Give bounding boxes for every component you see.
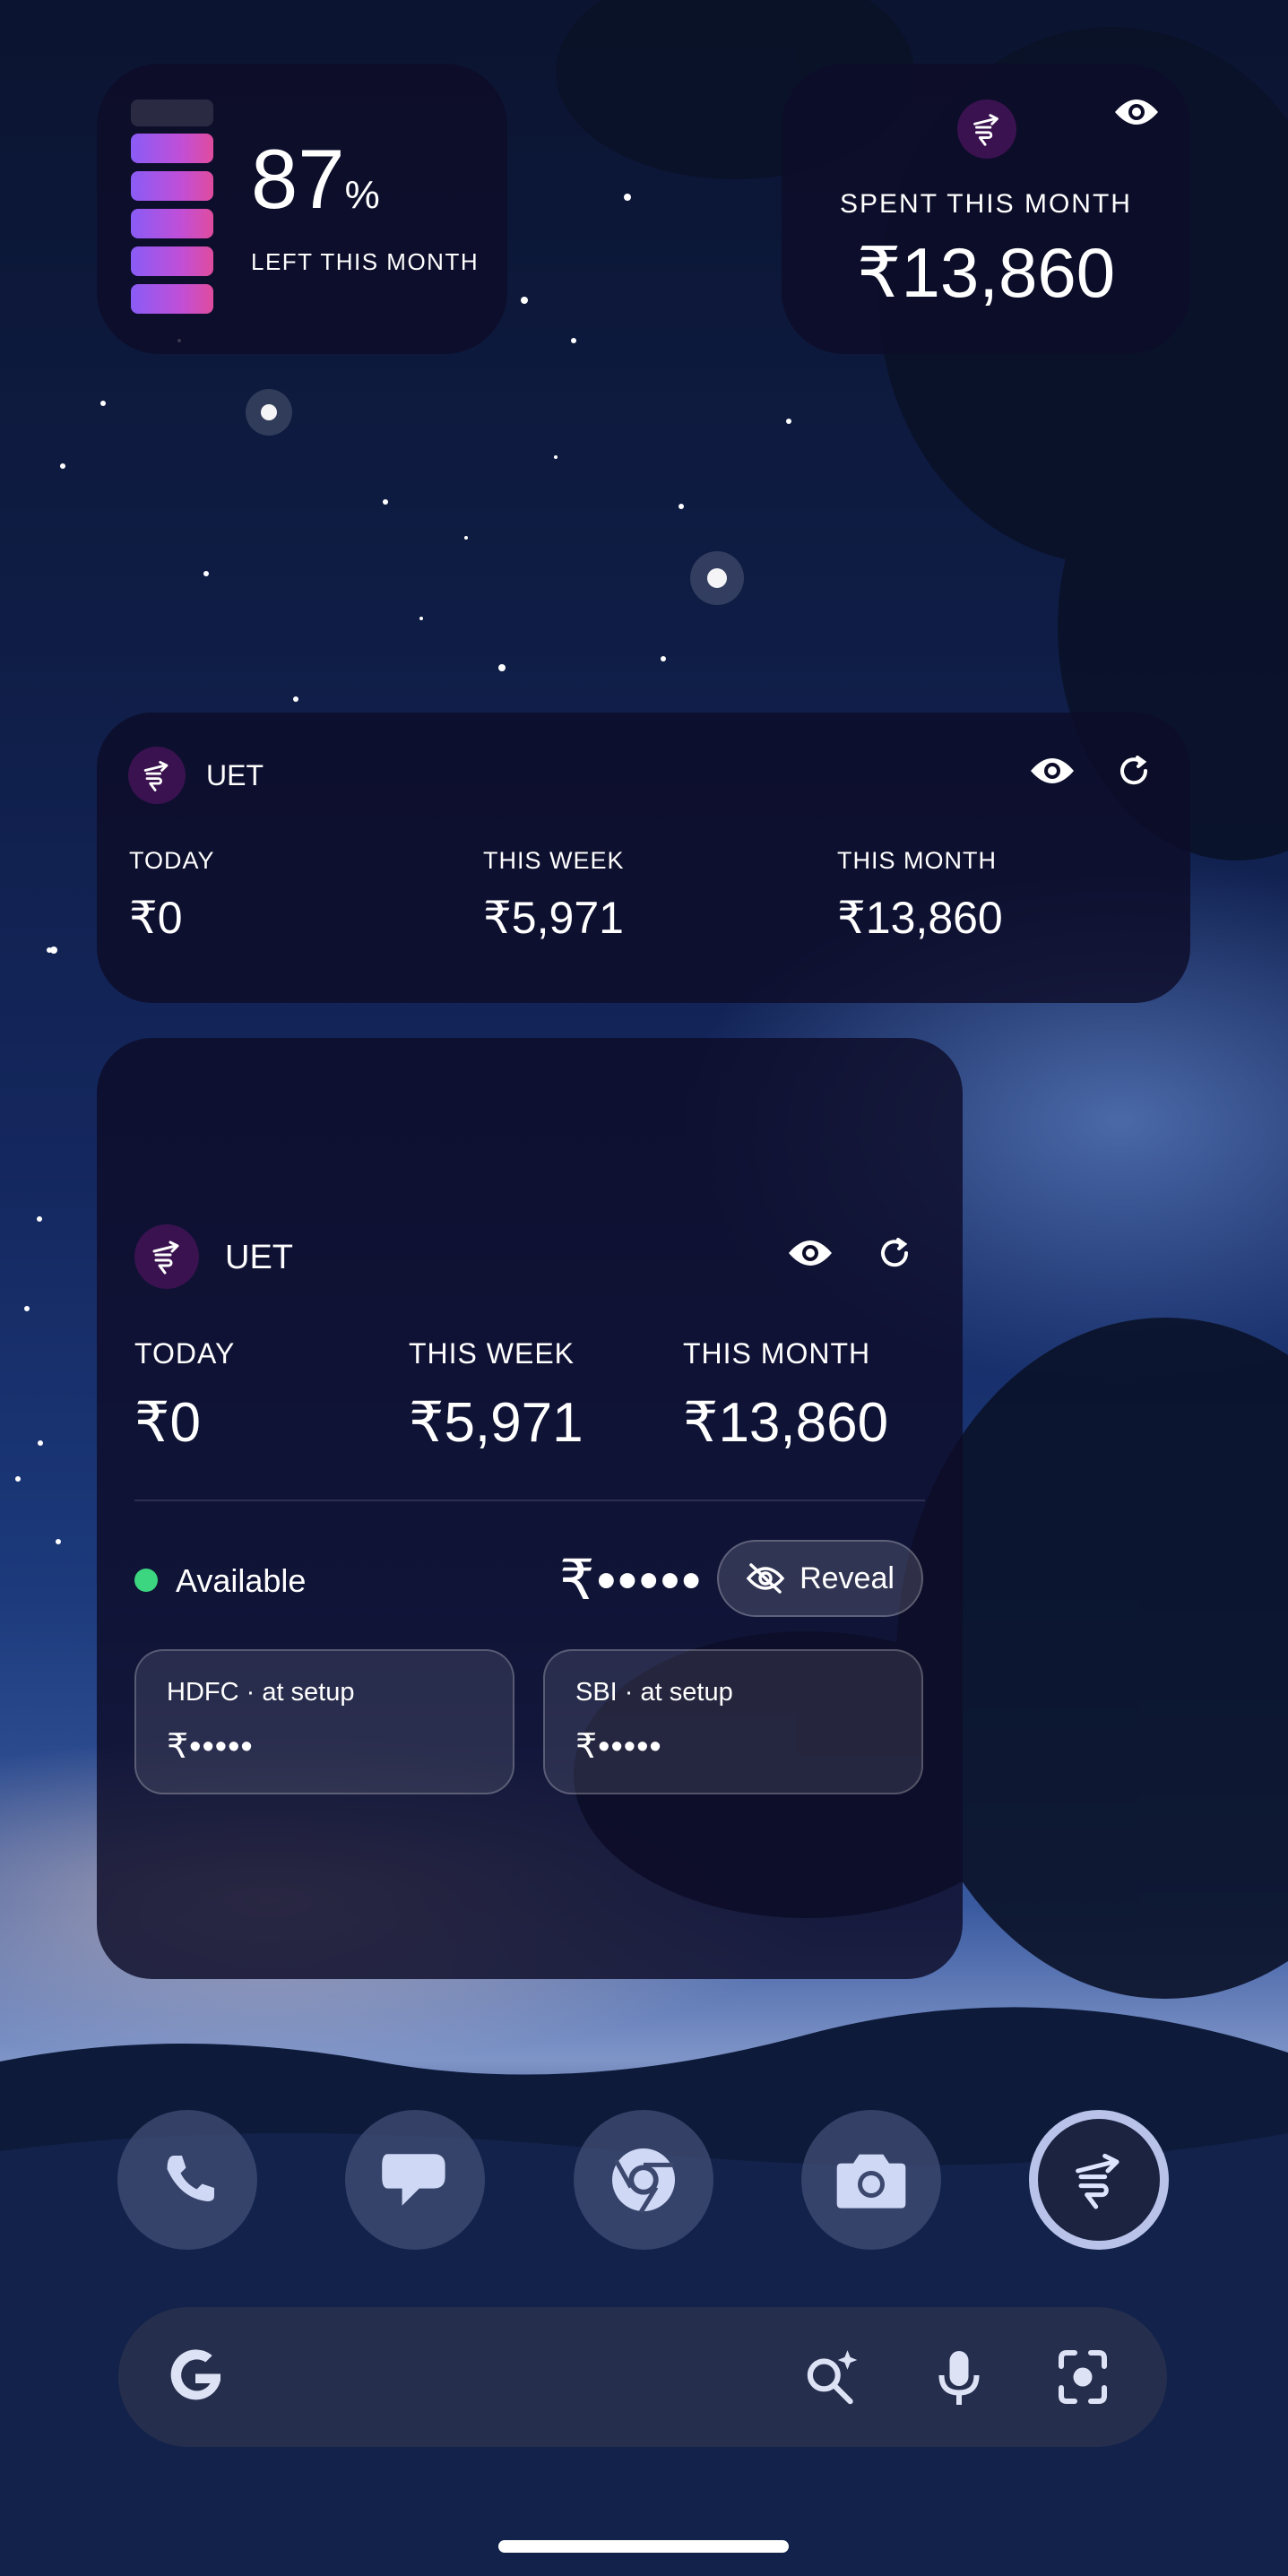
status-dot [134, 1569, 158, 1592]
eye-icon[interactable] [787, 1235, 834, 1275]
percent-left: 87% [251, 132, 380, 226]
week-label: THIS WEEK [483, 847, 625, 874]
mic-icon[interactable] [932, 2345, 986, 2416]
refresh-icon[interactable] [1116, 753, 1152, 793]
phone-app-icon[interactable] [117, 2110, 257, 2250]
spent-label: SPENT THIS MONTH [840, 189, 1132, 219]
divider [134, 1500, 925, 1501]
percent-left-label: LEFT THIS MONTH [251, 248, 480, 275]
month-value: ₹13,860 [683, 1392, 889, 1454]
reveal-label: Reveal [800, 1560, 895, 1595]
today-label: TODAY [134, 1337, 236, 1370]
chrome-app-icon[interactable] [574, 2110, 713, 2250]
refresh-icon[interactable] [877, 1235, 912, 1275]
lens-icon[interactable] [1050, 2345, 1115, 2414]
chrome-icon [612, 2148, 675, 2214]
ai-mode-icon[interactable] [798, 2345, 864, 2416]
uet-logo-icon [134, 1224, 199, 1289]
available-balance-masked: ₹••••• [559, 1550, 703, 1612]
uet-logo-icon [128, 747, 186, 804]
camera-icon [836, 2154, 906, 2209]
uet-logo-icon [957, 99, 1016, 159]
messages-app-icon[interactable] [345, 2110, 485, 2250]
available-label: Available [176, 1562, 307, 1599]
spent-value: ₹13,860 [856, 233, 1116, 312]
app-name: UET [225, 1239, 293, 1276]
account-card-sbi[interactable]: SBI · at setup ₹••••• [543, 1649, 923, 1794]
uet-app-icon[interactable] [1029, 2110, 1169, 2250]
today-label: TODAY [129, 847, 215, 874]
camera-app-icon[interactable] [801, 2110, 941, 2250]
account-balance: ₹••••• [575, 1728, 662, 1766]
today-value: ₹0 [129, 893, 183, 943]
budget-left-widget[interactable]: 87% LEFT THIS MONTH [97, 64, 507, 354]
summary-widget-large[interactable]: UET TODAY ₹0 THIS WEEK ₹5,971 THIS MONTH… [97, 1038, 963, 1979]
eye-icon[interactable] [1113, 94, 1160, 134]
month-label: THIS MONTH [837, 847, 997, 874]
battery-gauge [131, 99, 213, 322]
uet-logo-icon [1076, 2153, 1119, 2209]
messages-icon [382, 2154, 445, 2206]
google-search-bar[interactable] [118, 2307, 1167, 2447]
week-value: ₹5,971 [483, 893, 624, 943]
eye-off-icon [746, 1563, 785, 1594]
week-value: ₹5,971 [409, 1392, 583, 1454]
account-name: HDFC · at setup [167, 1678, 355, 1707]
navigation-handle[interactable] [498, 2540, 789, 2553]
reveal-button[interactable]: Reveal [717, 1540, 923, 1617]
account-name: SBI · at setup [575, 1678, 733, 1707]
account-card-hdfc[interactable]: HDFC · at setup ₹••••• [134, 1649, 514, 1794]
month-label: THIS MONTH [683, 1337, 871, 1370]
eye-icon[interactable] [1029, 753, 1076, 793]
account-balance: ₹••••• [167, 1728, 254, 1766]
phone-icon [167, 2156, 214, 2201]
google-g-icon[interactable] [158, 2332, 233, 2426]
spent-widget[interactable]: SPENT THIS MONTH ₹13,860 [782, 64, 1190, 354]
week-label: THIS WEEK [409, 1337, 575, 1370]
app-name: UET [206, 759, 264, 791]
today-value: ₹0 [134, 1392, 201, 1454]
summary-widget-medium[interactable]: UET TODAY ₹0 THIS WEEK ₹5,971 THIS MONTH… [97, 713, 1190, 1003]
month-value: ₹13,860 [837, 893, 1003, 943]
